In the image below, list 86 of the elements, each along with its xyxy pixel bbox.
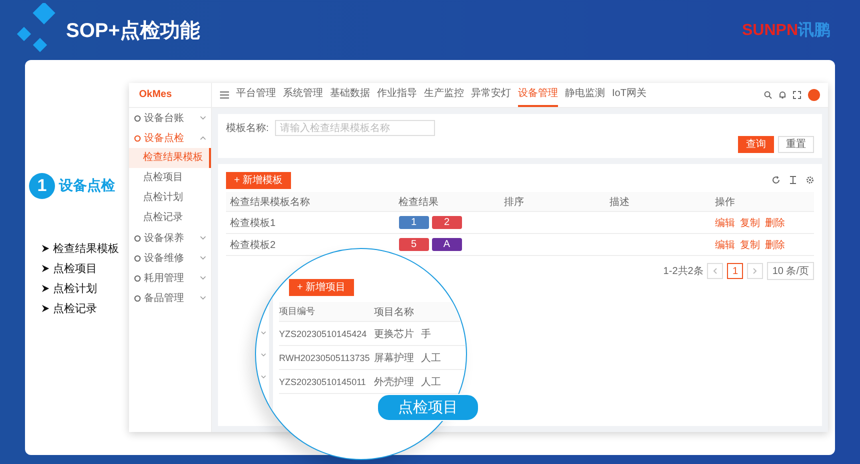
pagination-summary: 1-2共2条 (663, 264, 704, 278)
reset-button[interactable]: 重置 (778, 136, 814, 153)
table-cell-text: YZS20230510145011 (279, 376, 367, 386)
result-tag: 1 (398, 216, 429, 229)
app-brand: OkMes (129, 83, 211, 108)
arrowhead-icon (41, 304, 50, 313)
row-action-link[interactable]: 删除 (765, 238, 786, 252)
row-action-link[interactable]: 复制 (740, 216, 760, 230)
row-action-link[interactable]: 复制 (740, 238, 760, 252)
avatar[interactable] (808, 89, 820, 101)
chevron-left-icon (713, 268, 718, 274)
chevron-right-icon (753, 268, 758, 274)
circle-icon (134, 134, 141, 142)
row-action-link[interactable]: 编辑 (715, 216, 736, 230)
arrowhead-icon (41, 284, 50, 293)
query-button[interactable]: 查询 (738, 136, 774, 153)
circle-icon (134, 254, 141, 262)
nav-tab[interactable]: 作业指导 (377, 83, 417, 107)
result-tag: 5 (398, 238, 429, 251)
table-cell-text: YZS20230510145424 (279, 328, 368, 338)
result-tag: 2 (432, 216, 462, 229)
table-cell-text: 屏幕护理 (374, 352, 415, 364)
bell-icon[interactable] (779, 91, 786, 99)
step-number: 1 (29, 173, 55, 199)
circle-icon (134, 114, 141, 122)
table-cell-text: 人工 (421, 352, 442, 364)
nav-tab[interactable]: 平台管理 (236, 83, 276, 107)
arrowhead-icon (41, 244, 50, 253)
sidebar-subitem[interactable]: 点检记录 (129, 208, 211, 228)
table-cell: RWH20230505113735 (279, 352, 371, 362)
nav-tab[interactable]: IoT网关 (612, 83, 646, 107)
table-cell-text: 检查模板2 (230, 238, 277, 252)
menu-icon[interactable] (220, 91, 229, 99)
table-cell-text: 手 (421, 328, 432, 340)
nav-tab[interactable]: 静电监测 (565, 83, 605, 107)
page-size-select[interactable]: 10 条/页 (767, 262, 814, 280)
filter-label: 模板名称: (226, 122, 269, 135)
search-icon[interactable] (764, 91, 772, 99)
refresh-icon[interactable] (772, 176, 780, 184)
sidebar-item[interactable]: 设备台账 (129, 108, 211, 128)
feature-point: 点检计划 (53, 282, 97, 296)
callout-label: 点检项目 (377, 394, 479, 421)
circle-icon (134, 294, 141, 302)
column-header: 操作 (715, 196, 736, 208)
row-action-link[interactable]: 删除 (765, 216, 786, 230)
table-cell-text: 人工 (421, 376, 442, 388)
feature-title: 设备点检 (59, 177, 115, 195)
add-item-button[interactable]: + 新增项目 (289, 279, 354, 296)
column-header: 检查结果 (398, 196, 440, 208)
nav-tab[interactable]: 异常安灯 (471, 83, 511, 107)
result-tag: A (432, 238, 462, 251)
circle-icon (134, 274, 141, 282)
nav-tab[interactable]: 基础数据 (330, 83, 370, 107)
sidebar-item[interactable]: 耗用管理 (129, 268, 211, 288)
column-header: 描述 (610, 196, 631, 208)
sidebar-subitem[interactable]: 检查结果模板 (129, 148, 211, 168)
feature-point: 点检项目 (53, 262, 97, 276)
logo: SUNPN讯鹏 (742, 20, 830, 40)
column-height-icon[interactable] (789, 176, 797, 184)
feature-point: 点检记录 (53, 302, 97, 316)
circle-icon (134, 234, 141, 242)
nav-tab[interactable]: 生产监控 (424, 83, 464, 107)
column-header: 项目名称 (374, 306, 415, 318)
table-cell-text: 外壳护理 (374, 376, 415, 388)
sidebar-subitem[interactable]: 点检项目 (129, 168, 211, 188)
template-name-field[interactable]: 请输入检查结果模板名称 (274, 120, 435, 136)
column-header: 项目编号 (279, 305, 316, 318)
sidebar-item[interactable]: 设备点检 (129, 128, 211, 148)
page-button[interactable]: 1 (727, 263, 744, 279)
table-cell-text: 检查模板1 (230, 216, 277, 230)
column-header: 排序 (504, 196, 526, 208)
arrowhead-icon (41, 264, 50, 273)
row-action-link[interactable]: 编辑 (715, 238, 736, 252)
add-template-button[interactable]: + 新增模板 (226, 172, 291, 188)
sidebar-item[interactable]: 设备保养 (129, 228, 211, 248)
fullscreen-icon[interactable] (793, 91, 801, 99)
slide-title: SOP+点检功能 (66, 18, 200, 44)
sidebar-item[interactable]: 备品管理 (129, 288, 211, 308)
sidebar-item[interactable]: 设备维修 (129, 248, 211, 268)
feature-point: 检查结果模板 (53, 242, 119, 256)
sidebar-subitem[interactable]: 点检计划 (129, 188, 211, 208)
table-cell-text: 更换芯片 (374, 328, 415, 340)
chevron-up-icon (200, 136, 206, 140)
column-header: 检查结果模板名称 (230, 196, 311, 208)
nav-tab[interactable]: 系统管理 (283, 83, 323, 107)
gear-icon[interactable] (806, 176, 814, 184)
